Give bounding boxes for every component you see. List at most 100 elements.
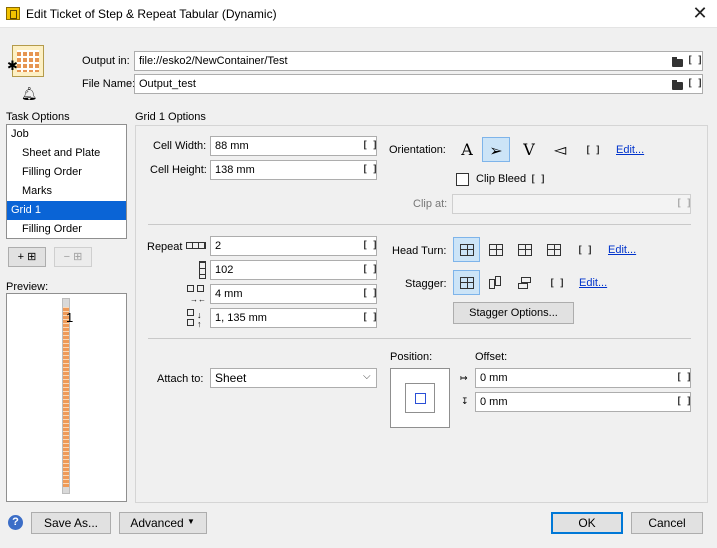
app-icon [6,7,20,20]
horizontal-gap-value: 4 mm [215,288,243,300]
separator [148,224,691,225]
bracket-icon[interactable]: [ ] [530,174,546,185]
preview-label: Preview: [6,281,49,293]
head-turn-label: Head Turn: [392,245,447,257]
horizontal-gap-field[interactable]: 4 mm [210,284,377,304]
bracket-icon[interactable]: [ ] [676,396,692,407]
bracket-icon[interactable]: [ ] [362,264,378,275]
offset-x-icon: ↦ [460,373,468,383]
head-turn-edit-link[interactable]: Edit... [608,244,636,256]
bracket-icon[interactable]: [ ] [362,240,378,251]
stagger-edit-link[interactable]: Edit... [579,277,607,289]
stagger-options-button[interactable]: Stagger Options... [453,302,574,324]
repeat-down-field[interactable]: 102 [210,260,377,280]
head-turn-rows-icon[interactable] [482,237,509,262]
output-in-field[interactable]: file://esko2/NewContainer/Test [134,51,703,71]
clip-at-label: Clip at: [413,198,448,210]
chevron-down-icon[interactable]: ⌵ [363,371,371,382]
star-icon: ✱ [7,58,18,73]
add-task-button[interactable]: + ⊞ [8,247,46,267]
advanced-label: Advanced [130,516,184,530]
cell-height-field[interactable]: 138 mm [210,160,377,180]
close-icon[interactable]: ✕ [690,3,710,23]
orientation-upright-icon[interactable]: A [453,137,481,162]
offset-y-value: 0 mm [480,396,508,408]
output-in-label: Output in: [82,55,130,67]
repeat-across-icon [186,242,206,249]
repeat-down-icon [199,261,206,279]
task-options-label: Task Options [6,111,70,123]
orientation-rotated-right-icon[interactable]: ➢ [482,137,510,162]
task-item-filling-order-2[interactable]: Filling Order [7,220,126,239]
offset-x-value: 0 mm [480,372,508,384]
cancel-button[interactable]: Cancel [631,512,703,534]
bracket-icon[interactable]: [ ] [687,78,703,89]
bracket-icon[interactable]: [ ] [362,140,378,151]
remove-task-button[interactable]: − ⊞ [54,247,92,267]
bracket-icon[interactable]: [ ] [362,164,378,175]
task-item-job[interactable]: Job [7,125,126,144]
stagger-vertical-icon[interactable] [482,270,509,295]
folder-icon[interactable] [672,80,683,90]
clip-at-field[interactable] [452,194,691,214]
preview-strip-number: 1 [66,310,74,325]
triangle-down-icon: ▼ [187,517,195,526]
task-item-filling-order[interactable]: Filling Order [7,163,126,182]
stagger-label: Stagger: [405,278,447,290]
bracket-icon[interactable]: [ ] [362,288,378,299]
cell-width-field[interactable]: 88 mm [210,136,377,156]
offset-label: Offset: [475,351,508,363]
stagger-none-icon[interactable] [453,270,480,295]
output-in-value: file://esko2/NewContainer/Test [139,55,288,67]
orientation-upside-down-icon[interactable]: V [515,137,543,162]
bell-icon[interactable]: 🔔︎ [21,86,38,102]
head-turn-columns-icon[interactable] [511,237,538,262]
task-item-grid-1[interactable]: Grid 1 [7,201,126,220]
orientation-label: Orientation: [389,144,446,156]
clip-bleed-label: Clip Bleed [476,173,527,185]
vertical-gap-icon: ↓ ↑ [187,309,205,329]
bracket-icon[interactable]: [ ] [687,55,703,66]
position-box[interactable] [390,368,450,428]
window-title: Edit Ticket of Step & Repeat Tabular (Dy… [26,7,277,21]
bracket-icon[interactable]: [ ] [577,245,593,256]
bracket-icon[interactable]: [ ] [585,145,601,156]
horizontal-gap-icon: →← [187,285,206,304]
offset-x-field[interactable]: 0 mm [475,368,691,388]
preview-strip [63,307,69,487]
orientation-edit-link[interactable]: Edit... [616,144,644,156]
orientation-rotated-left-icon[interactable]: ◅ [546,137,574,162]
vertical-gap-value: 1, 135 mm [215,312,267,324]
bracket-icon[interactable]: [ ] [362,312,378,323]
task-options-list: Job Sheet and Plate Filling Order Marks … [6,124,127,239]
help-icon[interactable]: ? [8,515,23,530]
head-turn-alternate-icon[interactable] [540,237,567,262]
vertical-gap-field[interactable]: 1, 135 mm [210,308,377,328]
clip-bleed-checkbox[interactable] [456,173,469,186]
ok-button[interactable]: OK [551,512,623,534]
attach-to-select[interactable]: Sheet [210,368,377,388]
save-as-button[interactable]: Save As... [31,512,111,534]
bracket-icon[interactable]: [ ] [676,372,692,383]
bracket-icon[interactable]: [ ] [549,278,565,289]
attach-to-label: Attach to: [157,373,204,385]
file-name-field[interactable]: Output_test [134,74,703,94]
offset-y-field[interactable]: 0 mm [475,392,691,412]
task-item-sheet-and-plate[interactable]: Sheet and Plate [7,144,126,163]
head-turn-none-icon[interactable] [453,237,480,262]
file-name-value: Output_test [139,78,196,90]
attach-to-value: Sheet [215,371,247,385]
cell-width-value: 88 mm [215,140,249,152]
bracket-icon[interactable]: [ ] [676,198,692,209]
file-name-label: File Name: [82,78,136,90]
offset-y-icon: ↧ [461,396,469,406]
repeat-label: Repeat [147,241,183,253]
cell-width-label: Cell Width: [153,140,207,152]
stagger-horizontal-icon[interactable] [511,270,538,295]
repeat-across-field[interactable]: 2 [210,236,377,256]
cell-height-label: Cell Height: [150,164,207,176]
position-anchor[interactable] [415,393,426,404]
task-item-marks[interactable]: Marks [7,182,126,201]
folder-icon[interactable] [672,57,683,67]
separator [148,338,691,339]
